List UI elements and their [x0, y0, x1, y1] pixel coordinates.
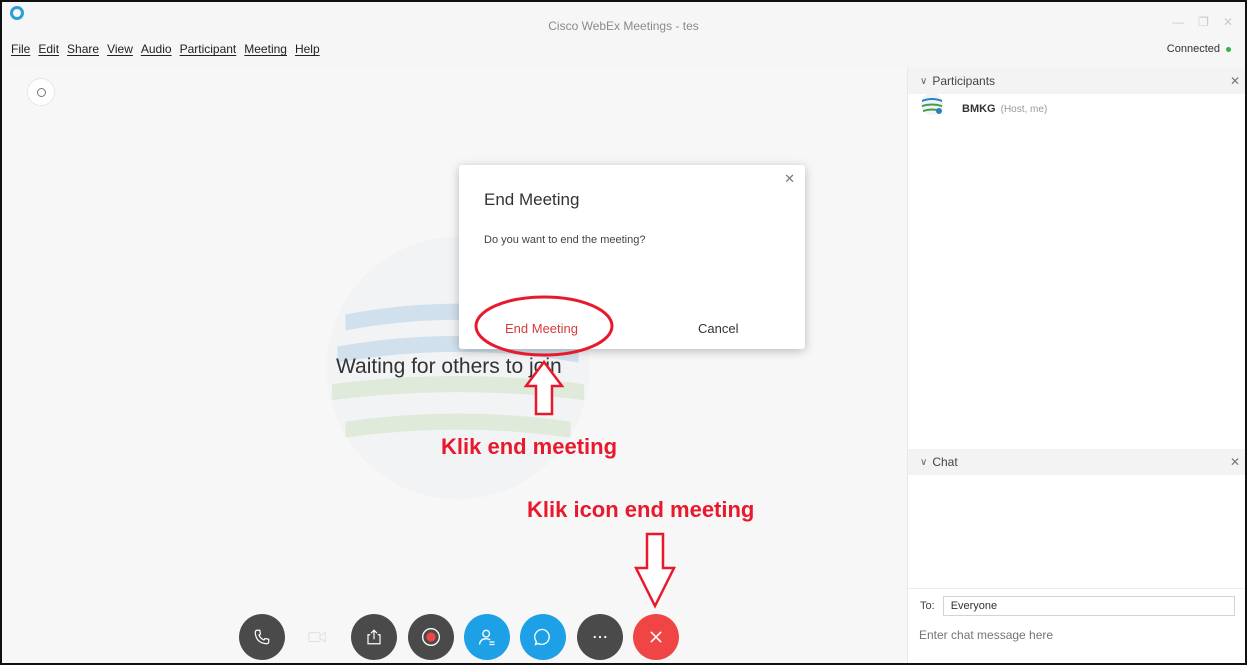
chevron-down-icon: ∨ — [920, 75, 928, 87]
record-icon — [422, 628, 440, 646]
connection-dot-icon — [1226, 46, 1231, 52]
menu-edit[interactable]: Edit — [38, 42, 59, 56]
end-meeting-dialog: ✕ End Meeting Do you want to end the mee… — [459, 165, 805, 349]
participant-name: BMKG — [962, 103, 996, 115]
menu-participant[interactable]: Participant — [180, 42, 237, 56]
webex-logo-icon — [10, 6, 24, 20]
menu-meeting[interactable]: Meeting — [244, 42, 287, 56]
title-bar: Cisco WebEx Meetings - tes — ❐ ✕ — [2, 2, 1245, 38]
chevron-down-icon: ∨ — [920, 456, 928, 468]
connection-status: Connected — [1167, 43, 1231, 55]
dialog-title: End Meeting — [484, 190, 580, 209]
avatar — [921, 93, 943, 115]
chat-title: Chat — [932, 455, 958, 469]
side-panel: ∨ Participants ✕ BMKG (Host, me) ∨ Chat … — [907, 68, 1245, 663]
more-icon — [593, 635, 607, 639]
menu-file[interactable]: File — [11, 42, 30, 56]
menu-audio[interactable]: Audio — [141, 42, 172, 56]
menu-share[interactable]: Share — [67, 42, 99, 56]
more-button[interactable] — [577, 614, 623, 660]
phone-icon — [254, 629, 270, 645]
info-ring-icon — [36, 87, 46, 97]
annotation-label-icon: Klik icon end meeting — [527, 497, 755, 522]
waiting-message: Waiting for others to join — [336, 355, 562, 378]
participants-button[interactable] — [464, 614, 510, 660]
chat-button[interactable] — [520, 614, 566, 660]
menu-view[interactable]: View — [107, 42, 133, 56]
participant-item[interactable]: BMKG (Host, me) — [920, 93, 1048, 115]
webex-window: Cisco WebEx Meetings - tes — ❐ ✕ File Ed… — [0, 0, 1247, 665]
meeting-info-button[interactable] — [27, 78, 55, 106]
end-meeting-button[interactable] — [633, 614, 679, 660]
dialog-end-meeting-button[interactable]: End Meeting — [505, 321, 578, 336]
audio-button[interactable] — [239, 614, 285, 660]
video-button[interactable] — [294, 614, 340, 660]
participants-header[interactable]: ∨ Participants ✕ — [908, 68, 1245, 94]
meeting-stage: Waiting for others to join ✕ End Meeting… — [2, 68, 907, 663]
share-icon — [367, 629, 381, 645]
chat-recipient-select[interactable]: Everyone — [942, 596, 1235, 616]
record-button[interactable] — [408, 614, 454, 660]
window-title: Cisco WebEx Meetings - tes — [548, 19, 699, 33]
chat-message-input[interactable] — [919, 628, 1239, 642]
chat-to-label: To: — [920, 600, 935, 612]
participant-role: (Host, me) — [1000, 103, 1048, 115]
dialog-close-icon[interactable]: ✕ — [784, 171, 795, 187]
participants-icon — [478, 629, 495, 646]
chat-recipient: To: Everyone — [920, 596, 1235, 616]
chat-close-icon[interactable]: ✕ — [1230, 455, 1240, 469]
participants-close-icon[interactable]: ✕ — [1230, 74, 1240, 88]
share-button[interactable] — [351, 614, 397, 660]
window-controls: — ❐ ✕ — [1172, 15, 1233, 29]
chat-header[interactable]: ∨ Chat ✕ — [908, 449, 1245, 475]
window-close-icon[interactable]: ✕ — [1223, 15, 1233, 29]
chat-icon — [534, 628, 550, 646]
maximize-icon[interactable]: ❐ — [1198, 15, 1209, 29]
menu-help[interactable]: Help — [295, 42, 320, 56]
chat-divider — [908, 588, 1245, 589]
minimize-icon[interactable]: — — [1172, 15, 1184, 29]
annotation-label-dialog: Klik end meeting — [441, 434, 618, 459]
video-icon — [308, 631, 326, 643]
dialog-cancel-button[interactable]: Cancel — [698, 321, 738, 336]
menu-bar: File Edit Share View Audio Participant M… — [11, 42, 320, 56]
close-icon — [650, 631, 662, 643]
participants-title: Participants — [932, 74, 996, 88]
connection-label: Connected — [1166, 43, 1220, 55]
dialog-message: Do you want to end the meeting? — [484, 234, 646, 246]
